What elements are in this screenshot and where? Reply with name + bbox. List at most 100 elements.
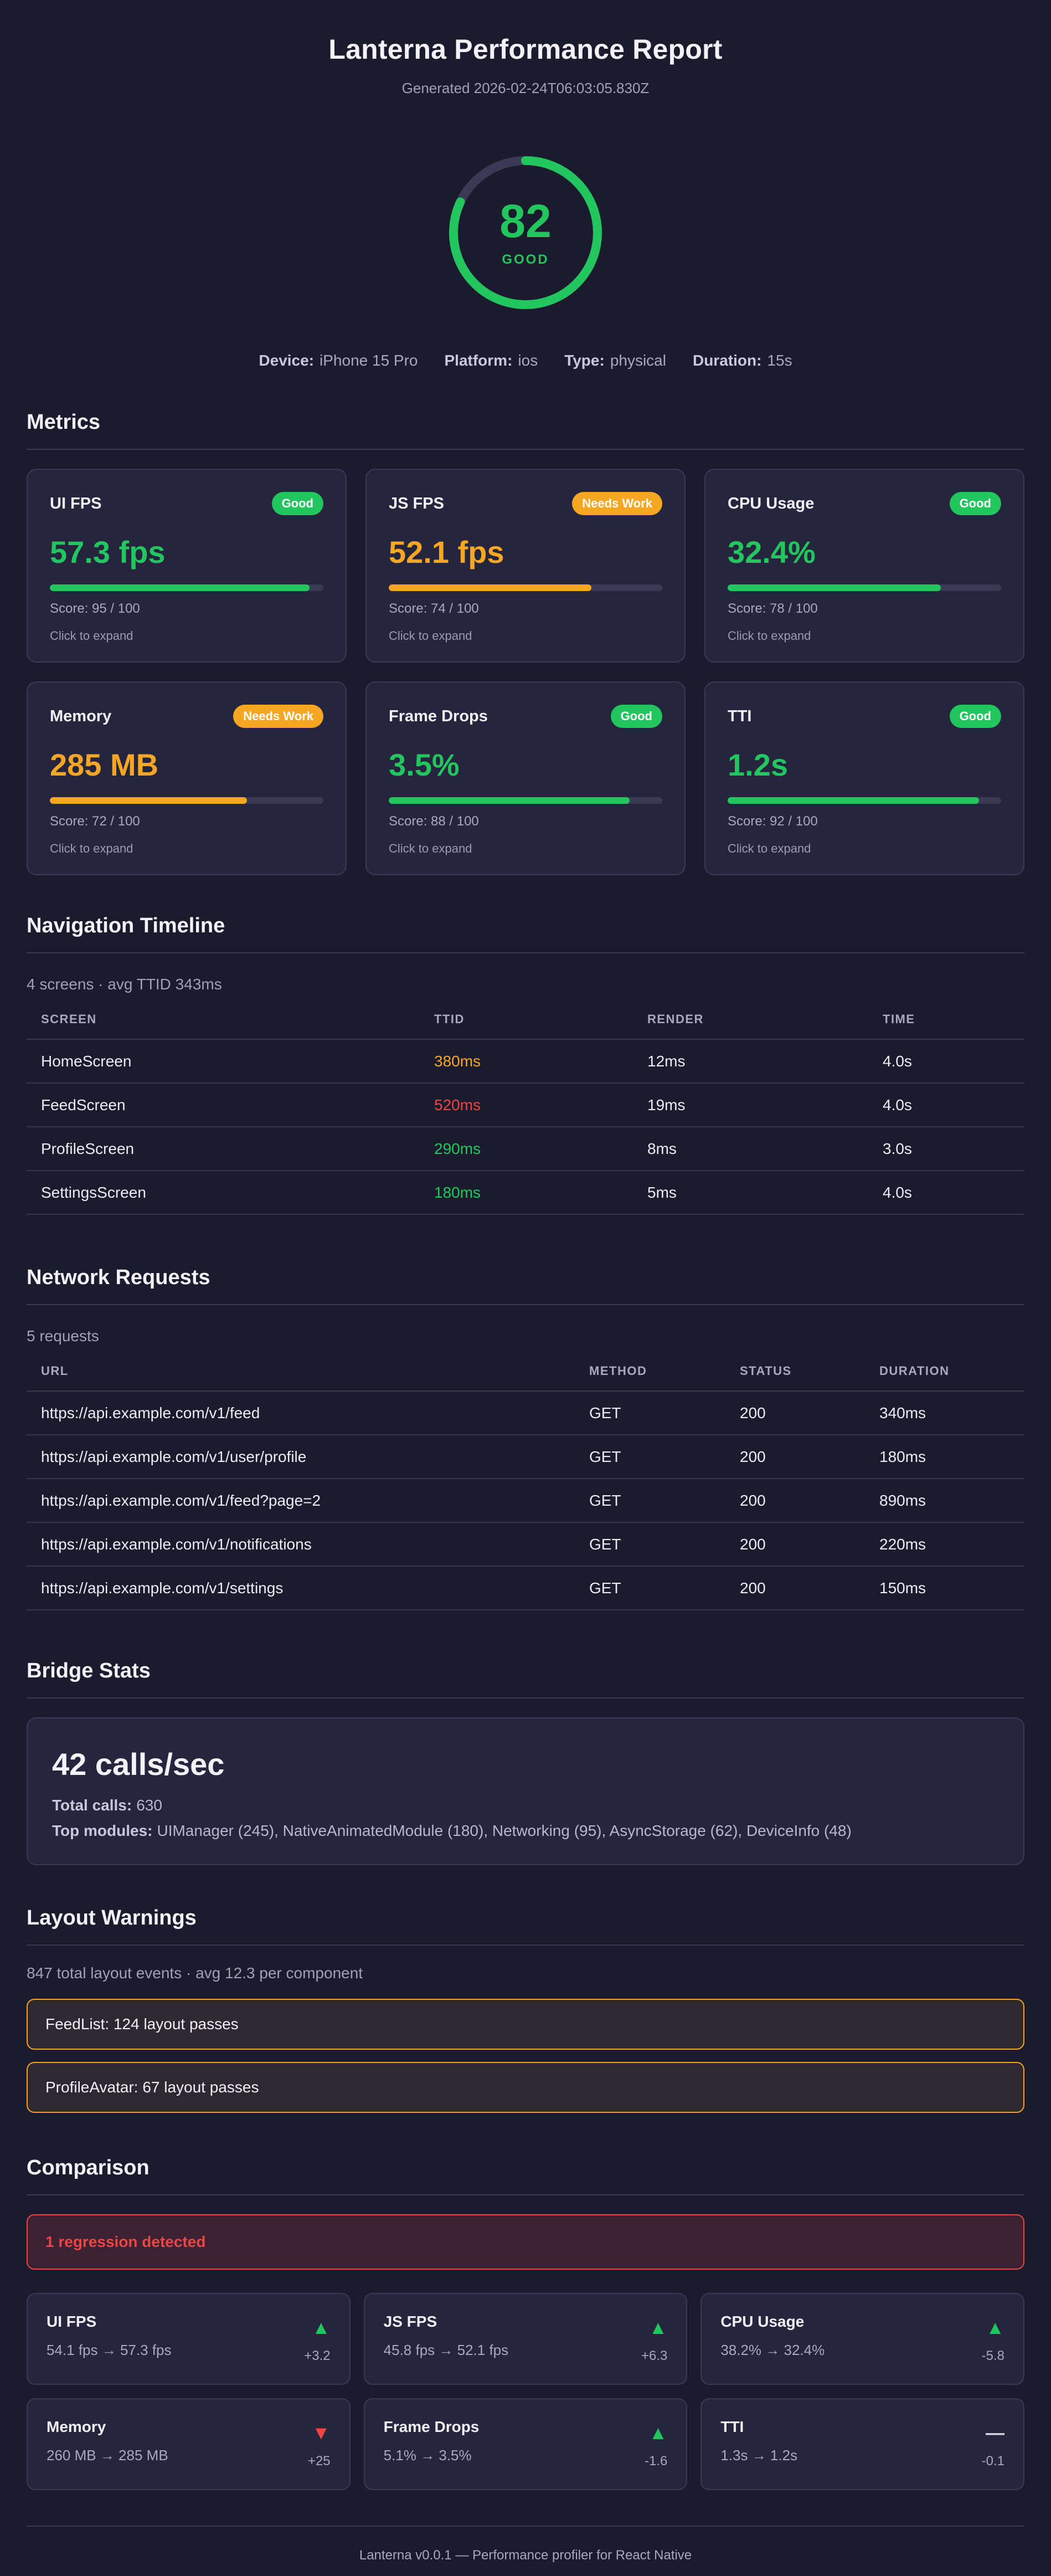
metric-card[interactable]: Frame Drops Good 3.5% Score: 88 / 100 Click … (365, 681, 686, 875)
status-cell: 200 (725, 1566, 865, 1610)
comparison-delta: -5.8 (981, 2348, 1004, 2363)
score-bar (728, 797, 1001, 804)
metric-score: Score: 74 / 100 (389, 601, 479, 616)
navigation-summary: 4 screens · avg TTID 343ms (27, 976, 222, 993)
expand-hint[interactable]: Click to expand (389, 629, 662, 643)
expand-hint[interactable]: Click to expand (50, 841, 323, 856)
time-cell: 4.0s (868, 1083, 1024, 1127)
score-bar-fill (389, 584, 591, 591)
method-cell: GET (575, 1391, 725, 1435)
method-cell: GET (575, 1435, 725, 1479)
metric-value: 32.4% (728, 535, 816, 569)
device-field: Device: iPhone 15 Pro (259, 352, 418, 370)
bridge-rate: 42 calls/sec (52, 1747, 225, 1782)
table-row: https://api.example.com/v1/feed?page=2 GE… (27, 1479, 1024, 1523)
regression-banner: 1 regression detected (27, 2214, 1024, 2270)
comparison-range: 54.1 fps → 57.3 fps (47, 2342, 172, 2358)
render-cell: 8ms (633, 1127, 868, 1171)
comparison-change: ▲ +3.2 (304, 2313, 330, 2384)
comparison-card-body: Memory 260 MB → 285 MB (47, 2418, 168, 2489)
platform-field: Platform: ios (445, 352, 538, 370)
metric-card[interactable]: Memory Needs Work 285 MB Score: 72 / 100 Cli… (27, 681, 347, 875)
metric-name: TTI (728, 707, 752, 725)
comparison-card: UI FPS 54.1 fps → 57.3 fps ▲ +3.2 (27, 2293, 351, 2385)
comparison-card-body: Frame Drops 5.1% → 3.5% (384, 2418, 480, 2489)
metric-card[interactable]: TTI Good 1.2s Score: 92 / 100 Click to expan… (704, 681, 1024, 875)
metric-score: Score: 92 / 100 (728, 814, 818, 829)
comparison-delta: -0.1 (981, 2454, 1004, 2469)
comparison-card: Frame Drops 5.1% → 3.5% ▲ -1.6 (363, 2398, 688, 2490)
comparison-grid: UI FPS 54.1 fps → 57.3 fps ▲ +3.2 JS FPS 45.8… (27, 2293, 1024, 2490)
col-url: URL (27, 1364, 575, 1392)
metric-score: Score: 72 / 100 (50, 814, 140, 829)
metric-score: Score: 88 / 100 (389, 814, 479, 829)
metric-card[interactable]: JS FPS Needs Work 52.1 fps Score: 74 / 100 C… (365, 469, 686, 663)
network-table: URL METHOD STATUS DURATION https://api.e… (27, 1364, 1024, 1610)
footer-text: Lanterna v0.0.1 — Performance profiler f… (359, 2548, 692, 2563)
metric-score: Score: 78 / 100 (728, 601, 818, 616)
footer: Lanterna v0.0.1 — Performance profiler f… (27, 2526, 1024, 2563)
bridge-modules-label: Top modules: (52, 1822, 153, 1839)
table-row: https://api.example.com/v1/settings GET 20… (27, 1566, 1024, 1610)
comparison-card-body: CPU Usage 38.2% → 32.4% (720, 2313, 825, 2384)
table-row: https://api.example.com/v1/notifications… (27, 1522, 1024, 1567)
metric-name: UI FPS (50, 494, 102, 512)
page-title: Lanterna Performance Report (328, 34, 723, 65)
render-cell: 12ms (633, 1039, 868, 1084)
render-cell: 19ms (633, 1083, 868, 1127)
comparison-metric-name: Memory (47, 2418, 106, 2435)
status-cell: 200 (725, 1435, 865, 1479)
report-page: Lanterna Performance Report Generated 20… (0, 0, 1051, 2563)
url-cell: https://api.example.com/v1/settings (27, 1566, 575, 1610)
network-title: Network Requests (27, 1266, 1024, 1305)
col-status: STATUS (725, 1364, 865, 1392)
time-cell: 4.0s (868, 1171, 1024, 1215)
method-cell: GET (575, 1479, 725, 1523)
table-row: SettingsScreen 180ms 5ms 4.0s (27, 1171, 1024, 1215)
comparison-card-body: JS FPS 45.8 fps → 52.1 fps (384, 2313, 508, 2384)
metric-card-header: TTI Good (728, 705, 1001, 728)
layout-warning: ProfileAvatar: 67 layout passes (27, 2062, 1024, 2113)
layout-warning-list: FeedList: 124 layout passes ProfileAvatar… (27, 1999, 1024, 2113)
comparison-card: CPU Usage 38.2% → 32.4% ▲ -5.8 (700, 2293, 1024, 2385)
duration-cell: 340ms (865, 1391, 1024, 1435)
comparison-metric-name: CPU Usage (720, 2313, 805, 2330)
col-screen: SCREEN (27, 1012, 420, 1040)
metric-name: Memory (50, 707, 112, 725)
expand-hint[interactable]: Click to expand (389, 841, 662, 856)
comparison-change: ▲ -1.6 (645, 2418, 667, 2489)
device-value: iPhone 15 Pro (320, 352, 418, 369)
comparison-range: 5.1% → 3.5% (383, 2447, 472, 2464)
metric-value: 57.3 fps (50, 535, 166, 569)
comparison-metric-name: TTI (720, 2418, 744, 2435)
method-cell: GET (575, 1566, 725, 1610)
time-cell: 3.0s (868, 1127, 1024, 1171)
network-summary: 5 requests (27, 1327, 99, 1345)
layout-section: Layout Warnings 847 total layout events … (27, 1906, 1024, 2113)
status-cell: 200 (725, 1391, 865, 1435)
layout-summary: 847 total layout events · avg 12.3 per c… (27, 1964, 363, 1982)
comparison-metric-name: JS FPS (383, 2313, 437, 2330)
expand-hint[interactable]: Click to expand (50, 629, 323, 643)
expand-hint[interactable]: Click to expand (728, 629, 1001, 643)
device-label: Device: (259, 352, 315, 369)
comparison-card: Memory 260 MB → 285 MB ▼ +25 (27, 2398, 351, 2490)
table-row: ProfileScreen 290ms 8ms 3.0s (27, 1127, 1024, 1171)
table-row: https://api.example.com/v1/feed GET 200 340… (27, 1391, 1024, 1435)
metric-card[interactable]: UI FPS Good 57.3 fps Score: 95 / 100 Click t… (27, 469, 347, 663)
status-cell: 200 (725, 1479, 865, 1523)
metric-card[interactable]: CPU Usage Good 32.4% Score: 78 / 100 Click t… (704, 469, 1024, 663)
comparison-delta: +6.3 (641, 2348, 668, 2363)
comparison-change: ▲ +6.3 (641, 2313, 667, 2384)
bridge-modules: Top modules: UIManager (245), NativeAnima… (52, 1822, 999, 1840)
bridge-card: 42 calls/sec Total calls: 630 Top modules… (27, 1717, 1024, 1865)
metrics-title: Metrics (27, 410, 1024, 450)
url-cell: https://api.example.com/v1/user/profile (27, 1435, 575, 1479)
metric-card-header: Memory Needs Work (50, 705, 323, 728)
duration-label: Duration: (692, 352, 762, 369)
metric-score: Score: 95 / 100 (50, 601, 140, 616)
navigation-title: Navigation Timeline (27, 914, 1024, 953)
expand-hint[interactable]: Click to expand (728, 841, 1001, 856)
layout-title: Layout Warnings (27, 1906, 1024, 1946)
score-bar (389, 584, 662, 591)
